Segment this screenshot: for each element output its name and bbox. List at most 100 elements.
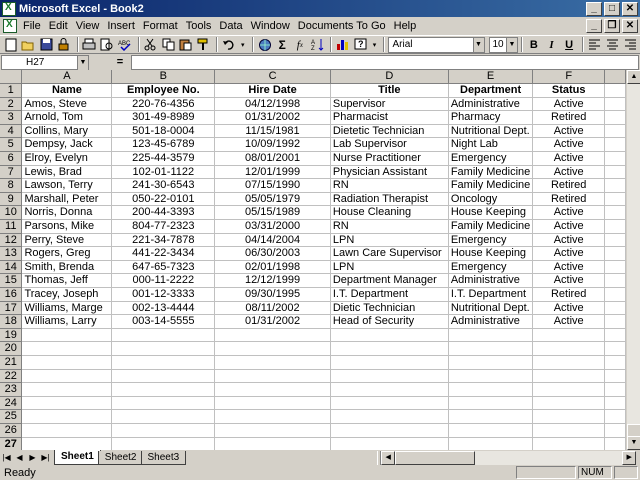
cell[interactable] <box>604 178 626 193</box>
cell[interactable]: Night Lab <box>448 137 534 153</box>
align-left-icon[interactable] <box>587 37 603 53</box>
cell[interactable]: 123-45-6789 <box>111 137 216 153</box>
cell[interactable]: 08/11/2002 <box>214 301 331 316</box>
row-header[interactable]: 27 <box>0 436 23 450</box>
cell[interactable] <box>604 233 626 248</box>
excel-app-icon[interactable] <box>2 1 16 16</box>
cell[interactable]: 08/01/2001 <box>214 151 331 166</box>
cell[interactable]: Family Medicine <box>448 219 534 234</box>
font-size-select[interactable]: 10 ▼ <box>488 36 518 53</box>
cell[interactable] <box>604 273 626 288</box>
sort-ascending-icon[interactable]: AZ <box>310 37 326 53</box>
cell[interactable]: 301-49-8989 <box>111 110 216 125</box>
cell[interactable]: 804-77-2323 <box>111 219 216 234</box>
row-header[interactable]: 23 <box>0 382 23 397</box>
column-header-e[interactable]: E <box>447 70 534 85</box>
scroll-left-icon[interactable]: ◀ <box>381 450 396 465</box>
cell[interactable] <box>21 437 113 450</box>
row-header[interactable]: 7 <box>0 164 23 180</box>
cell[interactable]: 05/15/1989 <box>214 205 331 221</box>
cell[interactable]: 200-44-3393 <box>111 205 216 221</box>
cell[interactable]: Oncology <box>448 192 534 207</box>
copy-icon[interactable] <box>160 37 176 53</box>
cell[interactable]: 241-30-6543 <box>111 178 216 193</box>
workbook-minimize-button[interactable]: _ <box>586 19 602 33</box>
cell[interactable]: 10/09/1992 <box>214 137 331 153</box>
cell[interactable] <box>21 409 113 424</box>
menu-tools[interactable]: Tools <box>182 20 216 32</box>
cell[interactable] <box>532 437 606 450</box>
cell[interactable] <box>21 369 113 384</box>
hyperlink-icon[interactable] <box>257 37 273 53</box>
cell[interactable] <box>604 328 626 343</box>
cell[interactable]: 647-65-7323 <box>111 260 216 275</box>
menu-data[interactable]: Data <box>215 20 246 32</box>
column-header-a[interactable]: A <box>21 70 113 85</box>
row-header[interactable]: 14 <box>0 259 23 275</box>
paste-icon[interactable] <box>178 37 194 53</box>
cell[interactable]: Active <box>532 124 606 139</box>
cell[interactable] <box>604 409 626 424</box>
cell[interactable]: 002-13-4444 <box>111 301 216 316</box>
name-box-dropdown-icon[interactable]: ▼ <box>77 55 88 70</box>
cell[interactable]: I.T. Department <box>330 287 449 302</box>
menu-edit[interactable]: Edit <box>45 20 72 32</box>
row-header[interactable]: 25 <box>0 409 23 424</box>
cell[interactable]: Smith, Brenda <box>21 260 113 275</box>
cell[interactable]: Active <box>532 233 606 248</box>
row-header[interactable]: 8 <box>0 178 23 193</box>
cell[interactable]: 07/15/1990 <box>214 178 331 193</box>
row-header[interactable]: 3 <box>0 110 23 125</box>
cell[interactable]: Lawn Care Supervisor <box>330 246 449 261</box>
cell[interactable]: Hire Date <box>214 83 331 98</box>
cell[interactable] <box>604 219 626 234</box>
cell[interactable] <box>330 382 449 397</box>
cell[interactable]: 03/31/2000 <box>214 219 331 234</box>
scroll-down-icon[interactable]: ▼ <box>627 436 640 450</box>
cell[interactable] <box>604 124 626 139</box>
row-header[interactable]: 16 <box>0 287 23 302</box>
row-header[interactable]: 20 <box>0 341 23 356</box>
cell[interactable] <box>604 355 626 370</box>
cell[interactable] <box>448 328 534 343</box>
cell[interactable]: Active <box>532 137 606 153</box>
cell[interactable]: 102-01-1122 <box>111 165 216 180</box>
cell[interactable] <box>604 165 626 180</box>
cell[interactable]: Title <box>330 83 449 98</box>
cell[interactable]: Active <box>532 165 606 180</box>
workbook-icon[interactable] <box>3 19 17 33</box>
cell[interactable] <box>214 369 331 384</box>
cell[interactable]: Department Manager <box>330 273 449 288</box>
cell[interactable] <box>604 382 626 397</box>
cell[interactable] <box>111 369 216 384</box>
cell[interactable]: House Keeping <box>448 205 534 221</box>
cell[interactable] <box>604 151 626 166</box>
cell[interactable] <box>604 287 626 302</box>
cell[interactable] <box>448 423 534 438</box>
cell[interactable]: Radiation Therapist <box>330 192 449 207</box>
row-header[interactable]: 15 <box>0 273 23 288</box>
cell[interactable]: 05/05/1979 <box>214 192 331 207</box>
cell[interactable]: Name <box>21 83 113 98</box>
cell[interactable] <box>604 83 626 98</box>
last-sheet-icon[interactable]: ▶| <box>39 451 52 465</box>
cell[interactable]: Pharmacy <box>448 110 534 125</box>
cell[interactable]: 501-18-0004 <box>111 124 216 139</box>
cell[interactable] <box>532 396 606 411</box>
cell[interactable]: Nutritional Dept. <box>448 301 534 316</box>
cell[interactable] <box>21 355 113 370</box>
cell[interactable]: 02/01/1998 <box>214 260 331 275</box>
cell[interactable]: Emergency <box>448 233 534 248</box>
cell[interactable] <box>532 341 606 356</box>
cell[interactable] <box>604 137 626 153</box>
prev-sheet-icon[interactable]: ◀ <box>13 451 26 465</box>
row-header[interactable]: 22 <box>0 368 23 384</box>
cell[interactable]: Supervisor <box>330 97 449 112</box>
cell[interactable] <box>111 341 216 356</box>
vertical-scrollbar[interactable]: ▲ ▼ <box>626 70 640 450</box>
function-icon[interactable]: fx <box>292 37 308 53</box>
workbook-close-button[interactable]: ✕ <box>622 19 638 33</box>
cell[interactable] <box>214 382 331 397</box>
underline-button[interactable]: U <box>561 37 577 53</box>
cell[interactable]: Williams, Larry <box>21 314 113 329</box>
